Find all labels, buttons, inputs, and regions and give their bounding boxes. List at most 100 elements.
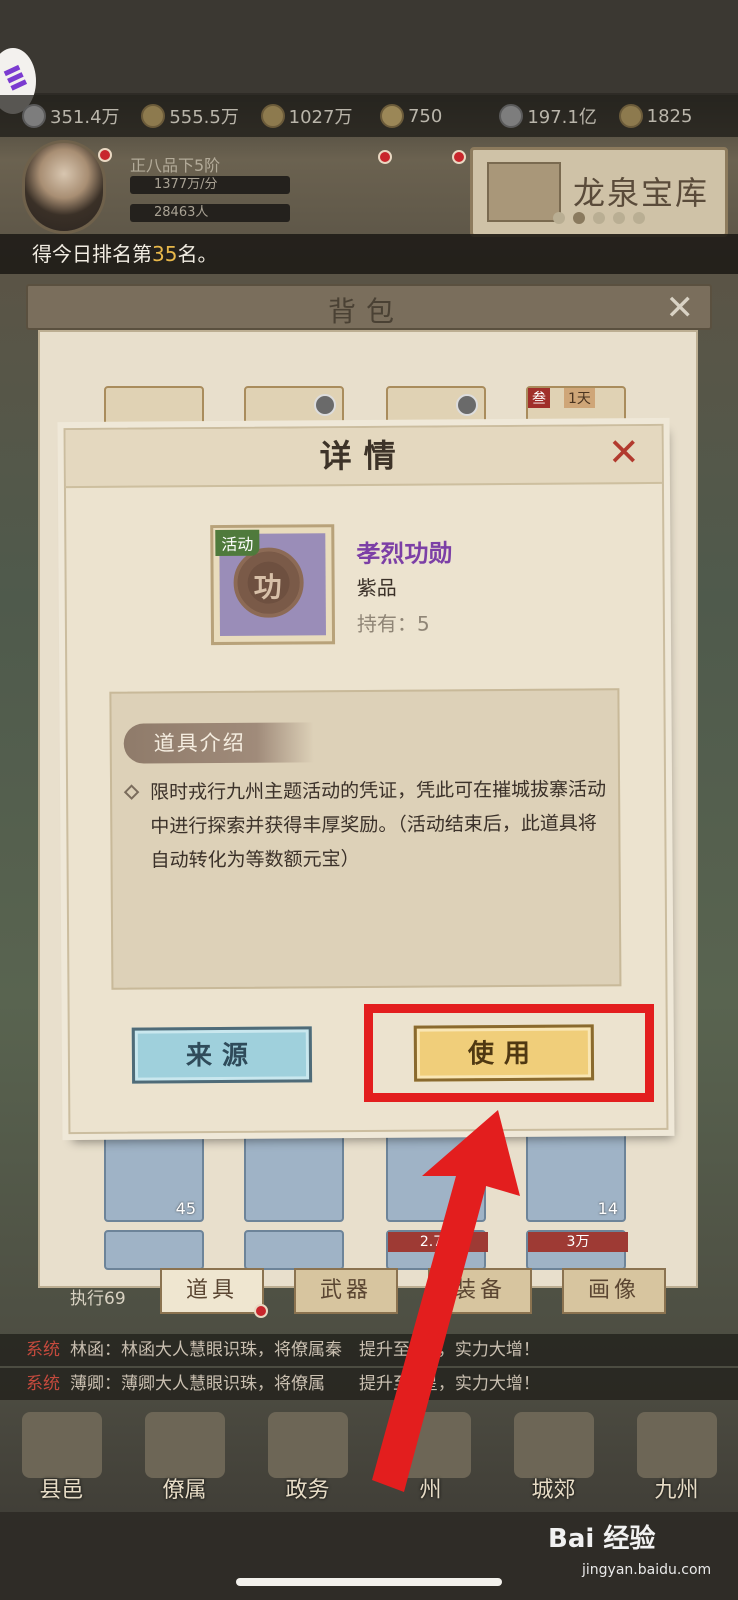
tab-equipment[interactable]: 装备 [428, 1268, 532, 1314]
notice-suffix: 名。 [177, 242, 218, 266]
description-text: 限时戎行九州主题活动的凭证，凭此可在摧城拔寨活动中进行探索并获得丰厚奖励。（活动… [123, 772, 607, 877]
resource-value: 1825 [646, 105, 693, 127]
state-icon [390, 1412, 471, 1478]
system-chat-line: 系统 薄卿：薄卿大人慧眼识珠，将僚属 提升至3星，实力大增！ [0, 1368, 738, 1400]
people-stat: 28463人 [130, 204, 290, 222]
nav-county[interactable]: 县邑 [14, 1406, 110, 1503]
nav-label: 政务 [285, 1478, 330, 1503]
silver-icon [499, 104, 524, 128]
player-rank: 正八品下5阶 [130, 156, 221, 175]
ranking-notice: 得今日排名第35名。 [0, 234, 738, 274]
carousel-dots [553, 212, 645, 224]
nav-jiuzhou[interactable]: 九州 [629, 1406, 725, 1503]
nav-label: 僚属 [162, 1478, 207, 1503]
tab-props[interactable]: 道具 [160, 1268, 264, 1314]
income-stat: 1377万/分 [130, 176, 290, 194]
avatar[interactable] [22, 140, 106, 234]
item-owned-count: 持有：5 [356, 611, 430, 637]
system-chat-line: 系统 林函：林函大人慧眼识珠，将僚属秦 提升至4星，实力大增！ [0, 1334, 738, 1366]
chat-text: 薄卿：薄卿大人慧眼识珠，将僚属 提升至3星，实力大增！ [70, 1374, 540, 1394]
affairs-icon [267, 1412, 348, 1478]
lantern-icon [618, 104, 643, 128]
resource-reputation: 351.4万 [22, 103, 141, 129]
item-grade: 紫品 [356, 575, 397, 601]
inventory-slot[interactable]: 45 [104, 1122, 204, 1222]
chat-text: 林函：林函大人慧眼识珠，将僚属秦 提升至4星，实力大增！ [70, 1340, 540, 1360]
item-name: 孝烈功勋 [356, 539, 453, 569]
task-status: 执行69 [70, 1289, 126, 1309]
nav-state[interactable]: 州 [383, 1406, 479, 1503]
population-icon [141, 104, 166, 128]
treasure-chest-icon [487, 162, 561, 222]
resource-value: 555.5万 [169, 107, 239, 128]
magnify-icon [456, 394, 478, 416]
chat-channel: 系统 [26, 1374, 60, 1394]
backpack-title: 背包 [328, 295, 405, 328]
backpack-tabs: 道具 武器 装备 画像 [160, 1268, 666, 1314]
description-content: 限时戎行九州主题活动的凭证，凭此可在摧城拔寨活动中进行探索并获得丰厚奖励。（活动… [150, 778, 607, 872]
notice-rank-number: 35 [152, 242, 178, 266]
slot-tag: 叁 [528, 388, 550, 408]
reputation-icon [22, 104, 46, 128]
resource-ingot: 750 [379, 104, 499, 128]
source-button[interactable]: 来源 [131, 1026, 313, 1084]
chat-channel: 系统 [26, 1340, 60, 1360]
resource-value: 750 [407, 105, 443, 127]
event-tag: 活动 [215, 529, 260, 557]
diamond-bullet-icon [123, 784, 140, 800]
nav-affairs[interactable]: 政务 [260, 1406, 356, 1503]
resource-grain: 1027万 [260, 103, 380, 129]
slot-price-tag: 2.7万 [388, 1232, 488, 1252]
resource-bar: 351.4万 555.5万 1027万 750 197.1亿 1825 [0, 95, 738, 137]
item-icon: 功 活动 [210, 524, 336, 646]
grain-icon [260, 104, 285, 128]
nav-label: 九州 [654, 1478, 699, 1503]
inventory-slot[interactable] [244, 1122, 344, 1222]
notification-dot [378, 150, 392, 164]
close-icon[interactable]: ✕ [608, 430, 640, 474]
backpack-header: 背包 ✕ [26, 284, 712, 330]
inventory-slot[interactable]: 2.7万 [386, 1230, 488, 1270]
home-indicator[interactable] [236, 1578, 502, 1586]
notification-dot [452, 150, 466, 164]
resource-lantern: 1825 [618, 104, 738, 128]
slot-count: 45 [175, 1199, 196, 1218]
jiuzhou-icon [636, 1412, 717, 1478]
medal-glyph: 功 [253, 570, 282, 604]
inventory-slot[interactable]: 3万 [526, 1230, 628, 1270]
treasure-vault-banner[interactable]: 龙泉宝库 [470, 147, 728, 237]
resource-value: 1027万 [288, 107, 353, 128]
resource-population: 555.5万 [141, 103, 260, 129]
treasure-title: 龙泉宝库 [573, 174, 710, 212]
inventory-slot[interactable] [244, 1230, 344, 1270]
backpack-close-icon[interactable]: ✕ [666, 290, 695, 326]
slot-time: 1天 [564, 388, 595, 408]
tab-portraits[interactable]: 画像 [562, 1268, 666, 1314]
description-box: 道具介绍 限时戎行九州主题活动的凭证，凭此可在摧城拔寨活动中进行探索并获得丰厚奖… [109, 688, 622, 990]
top-strip [0, 0, 738, 95]
county-icon [21, 1412, 102, 1478]
player-profile[interactable]: 正八品下5阶 1377万/分 28463人 [12, 140, 472, 240]
resource-value: 197.1亿 [527, 107, 597, 128]
nav-suburb[interactable]: 城郊 [506, 1406, 602, 1503]
notification-dot [98, 148, 112, 162]
description-label: 道具介绍 [123, 722, 314, 764]
magnify-icon [314, 394, 336, 416]
resource-silver: 197.1亿 [499, 103, 618, 129]
inventory-slot[interactable] [104, 1230, 204, 1270]
inventory-slot[interactable]: 14 [526, 1122, 626, 1222]
nav-label: 州 [419, 1478, 442, 1503]
highlight-box [364, 1004, 654, 1102]
suburb-icon [513, 1412, 594, 1478]
staff-icon [144, 1412, 225, 1478]
nav-label: 县邑 [39, 1478, 84, 1503]
medal-icon: 功 [233, 547, 304, 618]
bottom-navigation: 县邑 僚属 政务 州 城郊 九州 [0, 1402, 738, 1512]
nav-staff[interactable]: 僚属 [137, 1406, 233, 1503]
inventory-slot[interactable] [386, 1122, 486, 1222]
watermark-url: jingyan.baidu.com [582, 1562, 712, 1578]
slot-count: 14 [597, 1199, 618, 1218]
slot-price-tag: 3万 [528, 1232, 628, 1252]
tab-weapons[interactable]: 武器 [294, 1268, 398, 1314]
resource-value: 351.4万 [50, 107, 120, 128]
